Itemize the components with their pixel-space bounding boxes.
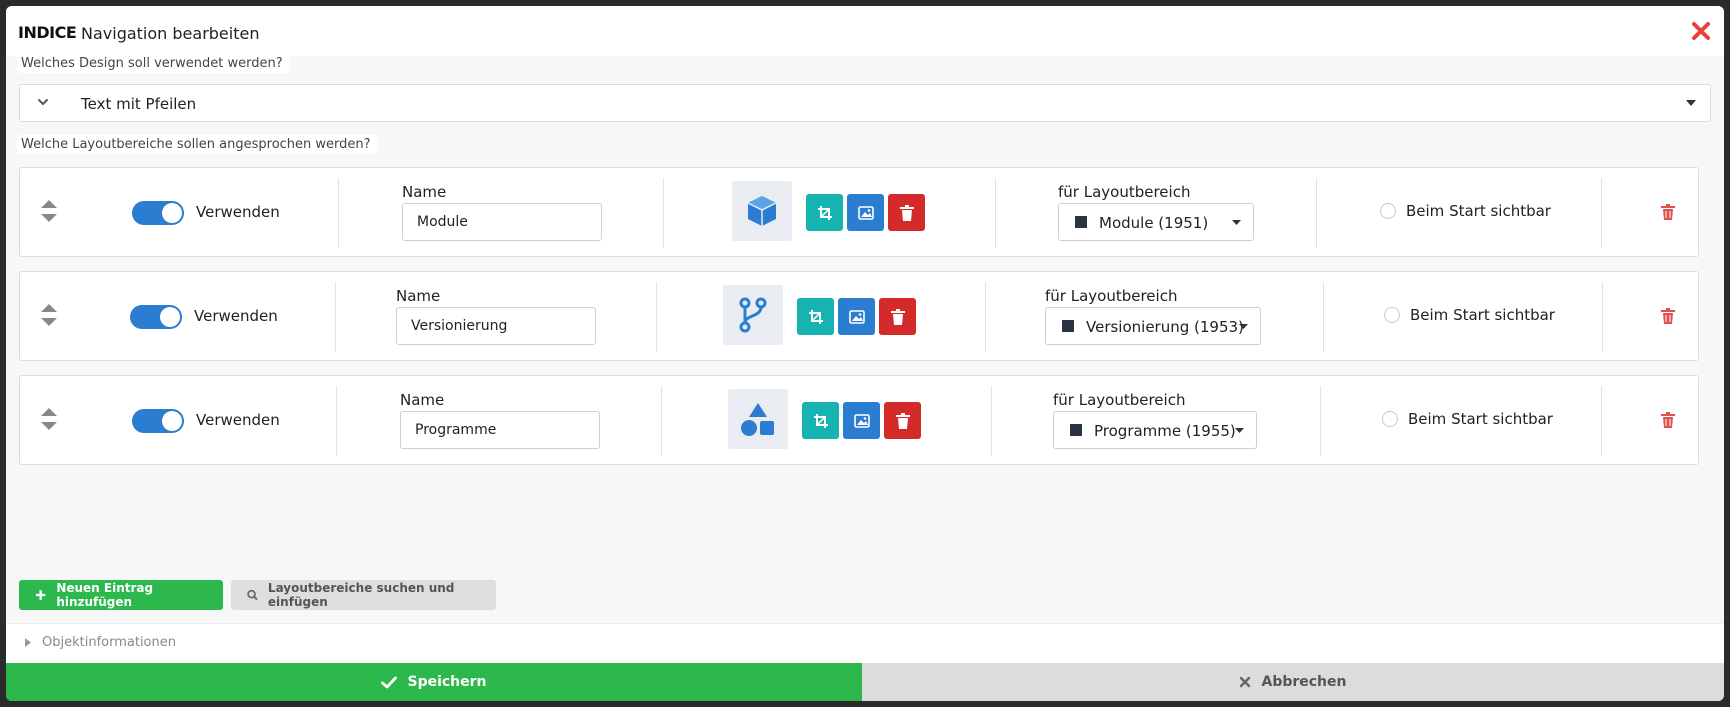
brand-logo: INDICE <box>18 23 77 42</box>
crop-button[interactable] <box>797 298 834 335</box>
trash-icon <box>890 308 905 325</box>
remove-row-icon[interactable] <box>1661 204 1675 220</box>
design-question-label: Welches Design soll verwendet werden? <box>17 54 289 73</box>
chevron-down-icon <box>38 99 48 106</box>
add-entry-button[interactable]: Neuen Eintrag hinzufügen <box>19 580 223 610</box>
object-info-label: Objektinformationen <box>42 635 176 650</box>
caret-down-icon <box>1686 100 1696 106</box>
crop-icon <box>813 413 828 428</box>
dialog-title: Navigation bearbeiten <box>81 24 260 43</box>
trash-icon <box>899 204 914 221</box>
crop-icon <box>817 205 832 220</box>
use-label: Verwenden <box>194 307 278 325</box>
name-input[interactable] <box>402 203 602 241</box>
layout-area-select[interactable]: Module (1951) <box>1058 203 1254 241</box>
plus-icon <box>35 590 46 600</box>
name-input[interactable] <box>396 307 596 345</box>
close-icon <box>1240 676 1251 688</box>
image-button[interactable] <box>847 194 884 231</box>
name-input[interactable] <box>400 411 600 449</box>
entry-row: Verwenden Name für Layoutbereich Module <box>19 167 1699 257</box>
dialog-header: INDICE Navigation bearbeiten <box>6 6 1724 56</box>
image-button[interactable] <box>838 298 875 335</box>
cube-icon <box>747 196 777 226</box>
add-entry-label: Neuen Eintrag hinzufügen <box>56 581 154 609</box>
layout-color-swatch <box>1062 320 1074 332</box>
caret-down-icon <box>1235 428 1244 433</box>
close-icon <box>1692 22 1710 40</box>
entry-icon-preview <box>728 389 788 449</box>
visible-on-start-radio[interactable] <box>1384 307 1400 323</box>
delete-icon-button[interactable] <box>884 402 921 439</box>
crop-button[interactable] <box>802 402 839 439</box>
image-icon <box>848 309 865 324</box>
layout-color-swatch <box>1070 424 1082 436</box>
use-label: Verwenden <box>196 411 280 429</box>
cancel-label: Abbrechen <box>1261 674 1347 690</box>
layout-area-value: Versionierung (1953) <box>1086 318 1244 336</box>
visible-on-start-label: Beim Start sichtbar <box>1410 306 1555 324</box>
save-button[interactable]: Speichern <box>6 663 862 701</box>
crop-button[interactable] <box>806 194 843 231</box>
entry-icon-preview <box>723 285 783 345</box>
visible-on-start-label: Beim Start sichtbar <box>1406 202 1551 220</box>
remove-row-icon[interactable] <box>1661 412 1675 428</box>
name-label: Name <box>400 391 445 409</box>
object-info-section[interactable]: Objektinformationen <box>6 623 1724 663</box>
delete-icon-button[interactable] <box>879 298 916 335</box>
layout-area-label: für Layoutbereich <box>1045 287 1178 305</box>
shapes-icon <box>741 403 774 436</box>
visible-on-start-label: Beim Start sichtbar <box>1408 410 1553 428</box>
drag-handle-icon[interactable] <box>40 406 58 432</box>
design-select[interactable]: Text mit Pfeilen <box>19 84 1711 122</box>
dialog-footer: Speichern Abbrechen <box>6 663 1724 701</box>
name-label: Name <box>402 183 447 201</box>
visible-on-start-radio[interactable] <box>1382 411 1398 427</box>
layout-area-select[interactable]: Versionierung (1953) <box>1045 307 1261 345</box>
visible-on-start-radio[interactable] <box>1380 203 1396 219</box>
layout-area-label: für Layoutbereich <box>1053 391 1186 409</box>
use-toggle[interactable] <box>130 305 182 329</box>
use-toggle[interactable] <box>132 201 184 225</box>
search-layout-button[interactable]: Layoutbereiche suchen und einfügen <box>231 580 496 610</box>
name-label: Name <box>396 287 441 305</box>
entry-icon-preview <box>732 181 792 241</box>
navigation-edit-dialog: INDICE Navigation bearbeiten Welches Des… <box>6 6 1724 701</box>
entry-row: Verwenden Name für Layoutbereich Program… <box>19 375 1699 465</box>
layout-question-label: Welche Layoutbereiche sollen angesproche… <box>17 135 377 154</box>
cancel-button[interactable]: Abbrechen <box>862 663 1724 701</box>
layout-color-swatch <box>1075 216 1087 228</box>
drag-handle-icon[interactable] <box>40 198 58 224</box>
caret-right-icon <box>25 638 31 647</box>
design-select-value: Text mit Pfeilen <box>81 95 197 113</box>
use-label: Verwenden <box>196 203 280 221</box>
branch-icon <box>739 297 767 333</box>
trash-icon <box>895 412 910 429</box>
image-icon <box>853 413 870 428</box>
search-layout-label: Layoutbereiche suchen und einfügen <box>267 581 455 609</box>
layout-area-value: Module (1951) <box>1099 214 1209 232</box>
search-icon <box>247 589 258 601</box>
delete-icon-button[interactable] <box>888 194 925 231</box>
remove-row-icon[interactable] <box>1661 308 1675 324</box>
image-button[interactable] <box>843 402 880 439</box>
image-icon <box>857 205 874 220</box>
drag-handle-icon[interactable] <box>40 302 58 328</box>
use-toggle[interactable] <box>132 409 184 433</box>
caret-down-icon <box>1239 324 1248 329</box>
caret-down-icon <box>1232 220 1241 225</box>
save-label: Speichern <box>407 674 487 690</box>
check-icon <box>381 676 398 688</box>
layout-area-value: Programme (1955) <box>1094 422 1236 440</box>
crop-icon <box>808 309 823 324</box>
close-button[interactable] <box>1688 18 1714 44</box>
layout-area-label: für Layoutbereich <box>1058 183 1191 201</box>
layout-area-select[interactable]: Programme (1955) <box>1053 411 1257 449</box>
entry-row: Verwenden Name für Layoutbereich <box>19 271 1699 361</box>
